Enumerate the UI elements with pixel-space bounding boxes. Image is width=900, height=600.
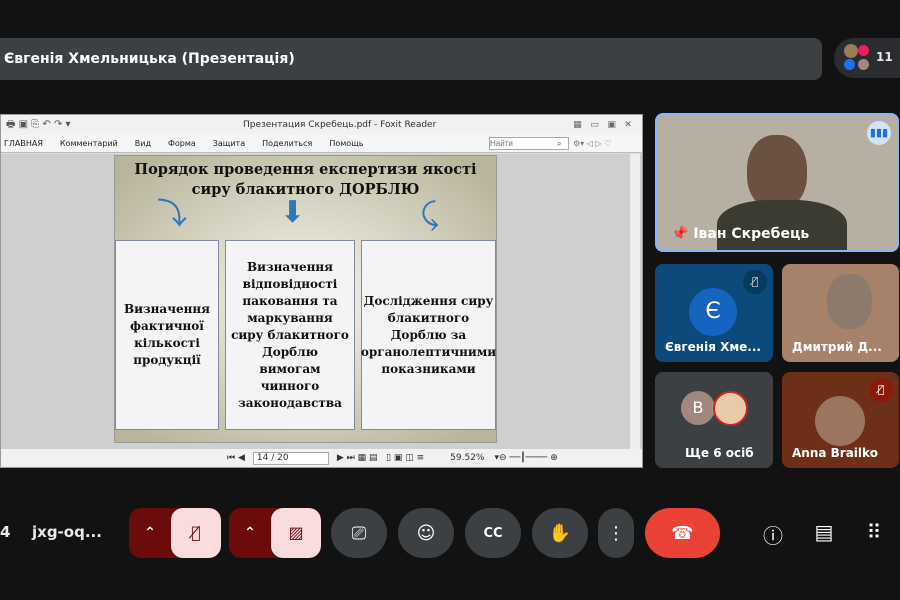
menu-form[interactable]: Форма [168,139,196,148]
speaking-icon: ▮▮▮ [867,121,891,145]
window-title: Презентация Скребець.pdf - Foxit Reader [243,120,437,130]
apps-icon[interactable]: ⠿ [861,520,887,544]
participant-name: Євгенія Хме... [665,340,761,354]
meeting-code: jxg-oq... [32,523,102,541]
participant-name: Дмитрий Д... [792,340,882,354]
title-bar: 🖶 ▣ ⎘ ↶ ↷ ▾ Презентация Скребець.pdf - F… [1,115,642,135]
video-tile[interactable]: Є 🎙̸ Євгенія Хме... [655,264,773,362]
raise-hand-button[interactable]: ✋ [532,508,588,558]
participant-video [827,274,872,329]
emoji-button[interactable]: ☺ [398,508,454,558]
menu-comment[interactable]: Комментарий [60,139,118,148]
shared-screen: 🖶 ▣ ⎘ ↶ ↷ ▾ Презентация Скребець.pdf - F… [0,114,643,468]
scrollbar[interactable] [630,154,640,449]
avatar [713,391,748,426]
menu-protect[interactable]: Защита [213,139,245,148]
slide-title: Порядок проведення експертизи якості сир… [134,161,477,198]
more-options-button[interactable]: ⋮ [598,508,634,558]
down-arrow-icon: ⬇ [280,195,306,230]
camera-control: ⌃ ▨ [229,508,321,558]
camera-off-button[interactable]: ▨ [271,508,321,558]
menu-share[interactable]: Поделиться [262,139,312,148]
window-controls[interactable]: ▦ ▭ ▣ ✕ [573,120,632,130]
menu-home[interactable]: ГЛАВНАЯ [4,139,43,148]
menu-view[interactable]: Вид [135,139,151,148]
video-options-button[interactable]: ⌃ [229,508,271,558]
document-view: Порядок проведення експертизи якості сир… [1,154,642,449]
mic-off-button[interactable]: 🎙̸ [171,508,221,558]
curved-arrow-icon: ⤹ [421,197,439,232]
slide-box: Визначення відповідності паковання та ма… [225,240,355,430]
slide-box: Визначення фактичної кількості продукції [115,240,219,430]
avatar [858,59,869,70]
avatar [858,45,869,56]
participant-count: 11 [876,50,893,64]
video-tile[interactable]: 🎙̸ Anna Brailko [782,372,899,468]
captions-button[interactable]: CC [465,508,521,558]
mic-off-icon: 🎙̸ [743,270,767,294]
ribbon-menu: ГЛАВНАЯ Комментарий Вид Форма Защита Под… [1,135,642,153]
others-count: Ще 6 осіб [685,446,754,460]
avatar [815,396,865,446]
clock: 4 [0,523,11,541]
others-tile[interactable]: В Ще 6 осіб [655,372,773,468]
avatar: Є [689,288,737,336]
quick-access-icons[interactable]: 🖶 ▣ ⎘ ↶ ↷ ▾ [6,117,71,134]
present-button[interactable]: ⎚ [331,508,387,558]
video-tile-main[interactable]: ▮▮▮ 📌 Іван Скребець [655,113,899,252]
status-bar: ⏮ ◀ 14 / 20 ▶ ⏭ ▦ ▤ ▯ ▣ ◫ ≡ 59.52% ▾⊖ ──… [1,449,642,467]
slide: Порядок проведення експертизи якості сир… [114,155,497,443]
first-page-icon[interactable]: ⏮ ◀ [227,453,245,463]
avatar [844,59,855,70]
page-number-input[interactable]: 14 / 20 [252,451,329,465]
presenter-title: Євгенія Хмельницька (Презентація) [4,51,295,67]
presenter-bar: Євгенія Хмельницька (Презентація) [0,38,822,80]
mic-control: ⌃ 🎙̸ [129,508,221,558]
video-tile[interactable]: Дмитрий Д... [782,264,899,362]
audio-options-button[interactable]: ⌃ [129,508,171,558]
zoom-level: 59.52% [450,453,485,463]
gear-icon[interactable]: ⚙▾ ◁ ▷ ♡ [573,139,611,148]
participants-button[interactable]: 11 [834,38,900,78]
avatar: В [681,391,715,425]
pin-icon[interactable]: 📌 Іван Скребець [671,226,809,242]
hangup-button[interactable]: ☎ [645,508,720,558]
search-icon[interactable]: ⌕ [557,139,561,149]
next-page-icon[interactable]: ▶ ⏭ ▦ ▤ ▯ ▣ ◫ ≡ [337,453,424,463]
zoom-slider[interactable]: ▾⊖ ──┃──── ⊕ [495,453,558,463]
curved-arrow-icon: ⤵ [157,197,187,232]
participant-name: Іван Скребець [693,226,810,242]
slide-box: Дослідження сиру блакитного Дорблю за ор… [361,240,496,430]
mic-off-icon: 🎙̸ [869,378,893,402]
avatar [844,44,858,58]
participant-video [747,135,807,210]
info-icon[interactable]: ⓘ [760,520,786,549]
chat-icon[interactable]: ▤ [811,520,837,544]
menu-help[interactable]: Помощь [329,139,363,148]
participant-name: Anna Brailko [792,446,878,460]
